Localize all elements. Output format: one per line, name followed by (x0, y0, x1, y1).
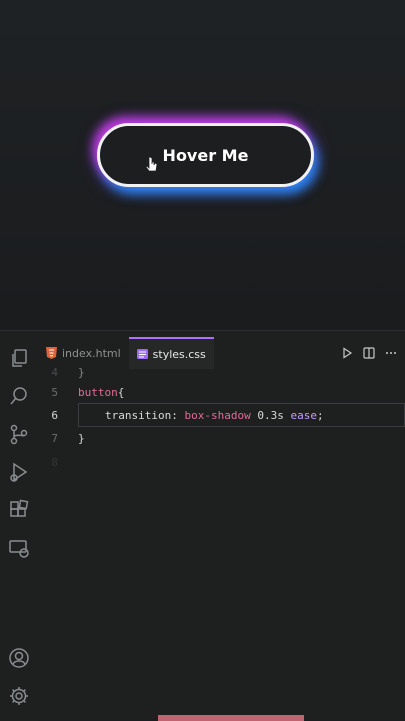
css-property: transition (105, 408, 172, 422)
line-number: 8 (51, 455, 58, 469)
code-line: 7 } (38, 427, 405, 449)
line-text: } (78, 431, 85, 445)
tab-label: styles.css (152, 347, 206, 361)
line-number: 4 (51, 365, 58, 379)
line-text: transition: box-shadow 0.3s ease; (105, 409, 324, 422)
html-file-icon (46, 347, 57, 359)
code-area[interactable]: 4 } 5 button{ 6 transition: box-shadow 0… (38, 366, 405, 721)
code-line-current: 6 transition: box-shadow 0.3s ease; (38, 404, 405, 426)
source-control-icon[interactable] (8, 423, 30, 445)
extensions-icon[interactable] (8, 499, 30, 521)
preview-area: Hover Me (0, 0, 405, 330)
css-selector: button (78, 385, 118, 399)
run-debug-icon[interactable] (8, 461, 30, 483)
duration: 0.3s (257, 408, 284, 422)
colon: : (171, 408, 178, 422)
line-number: 5 (51, 385, 58, 399)
status-strip (158, 715, 304, 721)
cursor-icon (145, 156, 158, 172)
timing-function: ease (290, 408, 317, 422)
open-brace: { (117, 385, 125, 399)
code-line: 8 (38, 451, 405, 473)
line-text: button{ (78, 386, 124, 399)
split-editor-icon[interactable] (363, 347, 375, 359)
hover-me-button[interactable]: Hover Me (97, 123, 314, 187)
more-icon[interactable] (385, 347, 397, 359)
css-file-icon (136, 349, 148, 359)
tab-label: index.html (62, 346, 121, 360)
settings-gear-icon[interactable] (8, 685, 30, 707)
run-icon[interactable] (341, 347, 353, 359)
code-editor: index.html styles.css 4 } 5 button{6 tr… (0, 330, 405, 721)
css-value: box-shadow (184, 408, 251, 422)
remote-explorer-icon[interactable] (8, 537, 30, 559)
account-icon[interactable] (8, 647, 30, 669)
line-text: } (78, 365, 85, 379)
line-number: 7 (51, 431, 58, 445)
search-icon[interactable] (8, 385, 30, 407)
code-line: 5 button{ (38, 381, 405, 403)
code-line: 4 } (38, 361, 405, 383)
explorer-icon[interactable] (8, 347, 30, 369)
line-number: 6 (51, 408, 58, 422)
semicolon: ; (316, 408, 324, 422)
activity-bar (0, 331, 38, 721)
